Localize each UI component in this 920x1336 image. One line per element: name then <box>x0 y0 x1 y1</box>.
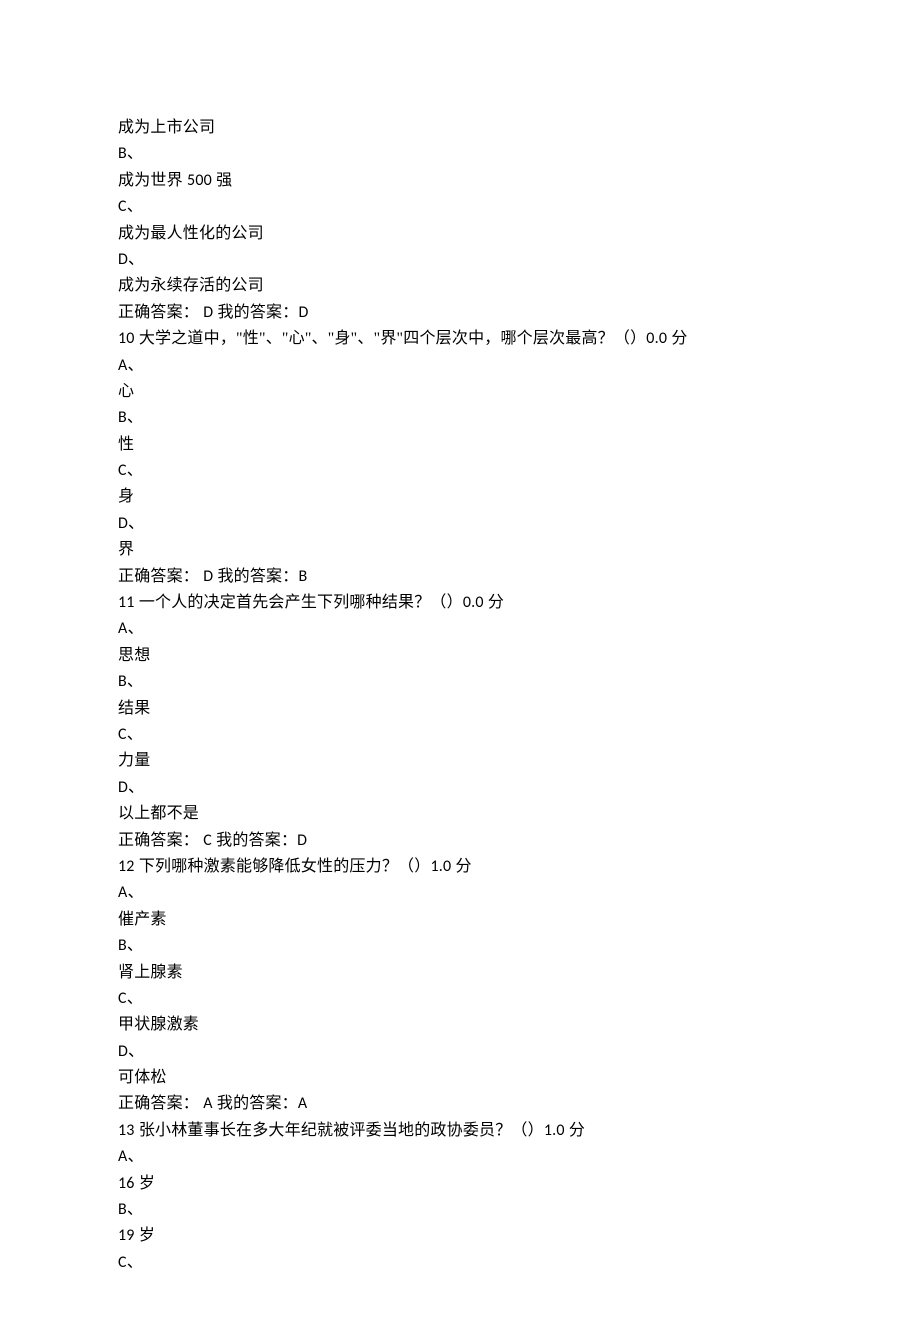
question-line: 13 张小林董事长在多大年纪就被评委当地的政协委员？（）1.0 分 <box>118 1118 802 1144</box>
option-label: A、 <box>118 616 802 642</box>
text-line: 催产素 <box>118 907 802 933</box>
question-line: 12 下列哪种激素能够降低女性的压力？（）1.0 分 <box>118 854 802 880</box>
option-label: C、 <box>118 1250 802 1276</box>
answer-line: 正确答案： D 我的答案：B <box>118 564 802 590</box>
text-line: 心 <box>118 379 802 405</box>
text-line: 结果 <box>118 696 802 722</box>
option-label: C、 <box>118 194 802 220</box>
option-label: D、 <box>118 247 802 273</box>
text-line: 19 岁 <box>118 1223 802 1249</box>
text-line: 16 岁 <box>118 1171 802 1197</box>
text-line: 成为世界 500 强 <box>118 168 802 194</box>
text-line: 性 <box>118 432 802 458</box>
option-label: A、 <box>118 353 802 379</box>
answer-line: 正确答案： A 我的答案：A <box>118 1091 802 1117</box>
text-line: 界 <box>118 537 802 563</box>
text-line: 成为上市公司 <box>118 115 802 141</box>
option-label: B、 <box>118 141 802 167</box>
option-label: C、 <box>118 458 802 484</box>
option-label: B、 <box>118 1197 802 1223</box>
option-label: D、 <box>118 1039 802 1065</box>
text-line: 成为最人性化的公司 <box>118 221 802 247</box>
text-line: 力量 <box>118 748 802 774</box>
text-line: 可体松 <box>118 1065 802 1091</box>
text-line: 甲状腺激素 <box>118 1012 802 1038</box>
answer-line: 正确答案： C 我的答案：D <box>118 828 802 854</box>
answer-line: 正确答案： D 我的答案：D <box>118 300 802 326</box>
option-label: B、 <box>118 405 802 431</box>
text-line: 肾上腺素 <box>118 960 802 986</box>
option-label: A、 <box>118 880 802 906</box>
option-label: C、 <box>118 986 802 1012</box>
option-label: B、 <box>118 669 802 695</box>
option-label: D、 <box>118 511 802 537</box>
text-line: 思想 <box>118 643 802 669</box>
text-line: 身 <box>118 484 802 510</box>
option-label: B、 <box>118 933 802 959</box>
text-line: 以上都不是 <box>118 801 802 827</box>
option-label: A、 <box>118 1144 802 1170</box>
text-line: 成为永续存活的公司 <box>118 273 802 299</box>
question-line: 10 大学之道中，"性"、"心"、"身"、"界"四个层次中，哪个层次最高？（）0… <box>118 326 802 352</box>
option-label: D、 <box>118 775 802 801</box>
question-line: 11 一个人的决定首先会产生下列哪种结果？（）0.0 分 <box>118 590 802 616</box>
document-page: 成为上市公司 B、 成为世界 500 强 C、 成为最人性化的公司 D、 成为永… <box>0 0 920 1336</box>
option-label: C、 <box>118 722 802 748</box>
